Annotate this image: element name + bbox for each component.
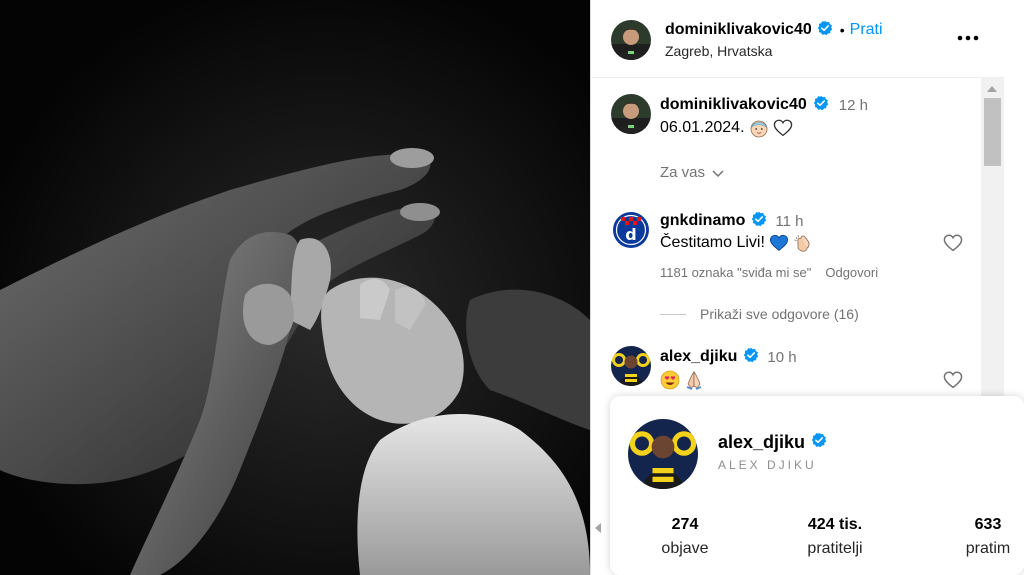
hovercard-header: alex_djiku xyxy=(718,432,827,453)
stat-followers-label: pratitelji xyxy=(807,540,863,557)
comment-avatar-gnkdinamo[interactable]: d xyxy=(611,210,651,250)
chevron-down-icon xyxy=(712,169,724,177)
photo-hands-illustration xyxy=(0,0,590,575)
view-replies-label: Prikaži sve odgovore (16) xyxy=(700,306,859,322)
comment-header: gnkdinamo 11 h xyxy=(660,210,803,232)
comment-reply-button[interactable]: Odgovori xyxy=(825,265,878,280)
profile-hover-card: alex_djiku ALEX DJIKU 274 objave 424 tis… xyxy=(610,396,1024,575)
comment-meta: 1181 oznaka "sviđa mi se" Odgovori xyxy=(660,265,878,280)
clapping-hands-emoji-icon xyxy=(794,234,810,252)
for-you-label: Za vas xyxy=(660,164,706,181)
author-username[interactable]: dominiklivakovic40 xyxy=(665,21,812,39)
fenerbahce-player-avatar-image xyxy=(611,346,651,386)
stat-following-value: 633 xyxy=(974,516,1002,533)
goalkeeper-avatar-image xyxy=(611,94,651,134)
post-header: dominiklivakovic40 • Prati Zagreb, Hrvat… xyxy=(591,0,1004,78)
comment-text xyxy=(660,370,704,390)
scroll-left-arrow-icon[interactable] xyxy=(595,523,601,533)
replies-divider-line xyxy=(660,313,686,315)
caption-text: 06.01.2024. xyxy=(660,118,793,138)
goalkeeper-avatar-image xyxy=(611,20,651,60)
white-heart-emoji-icon xyxy=(773,119,792,137)
scrollbar-thumb[interactable] xyxy=(984,98,1001,166)
stat-followers[interactable]: 424 tis. pratitelji xyxy=(795,516,875,558)
dinamo-logo-icon: d xyxy=(611,210,651,250)
post-photo[interactable] xyxy=(0,0,590,575)
author-line: dominiklivakovic40 • Prati xyxy=(665,19,883,41)
stat-posts-label: objave xyxy=(661,540,709,557)
verified-badge-icon xyxy=(813,95,829,116)
blue-heart-emoji-icon xyxy=(769,234,788,251)
comment-body: Čestitamo Livi! xyxy=(660,234,765,251)
hovercard-full-name: ALEX DJIKU xyxy=(718,458,817,472)
stat-posts-value: 274 xyxy=(671,516,699,533)
stat-following-label: pratim xyxy=(965,540,1011,557)
verified-badge-icon xyxy=(811,432,827,453)
post-location[interactable]: Zagreb, Hrvatska xyxy=(665,43,772,59)
comment-timestamp[interactable]: 10 h xyxy=(767,349,796,366)
for-you-sort-button[interactable]: Za vas xyxy=(660,164,725,181)
comment-text: Čestitamo Livi! xyxy=(660,233,813,253)
hovercard-username[interactable]: alex_djiku xyxy=(718,432,805,453)
baby-emoji-icon xyxy=(750,120,767,138)
comment-avatar-alex-djiku[interactable] xyxy=(611,346,651,386)
heart-eyes-emoji-icon xyxy=(660,370,680,390)
comment-timestamp[interactable]: 11 h xyxy=(775,213,803,230)
comment-username[interactable]: alex_djiku xyxy=(660,348,737,366)
view-all-replies-button[interactable]: Prikaži sve odgovore (16) xyxy=(660,306,859,322)
hovercard-avatar[interactable] xyxy=(628,419,698,489)
stat-posts[interactable]: 274 objave xyxy=(650,516,720,558)
caption-username[interactable]: dominiklivakovic40 xyxy=(660,96,807,114)
comment-likes[interactable]: 1181 oznaka "sviđa mi se" xyxy=(660,265,811,280)
caption-author-avatar[interactable] xyxy=(611,94,651,134)
more-options-button[interactable] xyxy=(953,26,983,50)
comment-header: alex_djiku 10 h xyxy=(660,346,797,368)
comment-like-heart-icon[interactable] xyxy=(943,234,963,252)
verified-badge-icon xyxy=(751,211,767,232)
verified-badge-icon xyxy=(817,20,833,41)
comment-username[interactable]: gnkdinamo xyxy=(660,212,745,230)
verified-badge-icon xyxy=(743,347,759,368)
separator-dot: • xyxy=(839,22,845,38)
caption-header: dominiklivakovic40 12 h xyxy=(660,94,868,116)
scroll-up-arrow-icon[interactable] xyxy=(987,86,997,92)
caption-date-text: 06.01.2024. xyxy=(660,119,745,136)
follow-button[interactable]: Prati xyxy=(850,21,883,39)
folded-hands-emoji-icon xyxy=(686,371,702,390)
ellipsis-icon xyxy=(957,35,979,41)
stat-following[interactable]: 633 pratim xyxy=(952,516,1024,558)
stat-followers-value: 424 tis. xyxy=(807,516,863,533)
fenerbahce-player-avatar-image xyxy=(628,419,698,489)
author-avatar[interactable] xyxy=(611,20,651,60)
comment-like-heart-icon[interactable] xyxy=(943,371,963,389)
svg-text:d: d xyxy=(625,225,636,244)
caption-timestamp[interactable]: 12 h xyxy=(839,97,868,114)
